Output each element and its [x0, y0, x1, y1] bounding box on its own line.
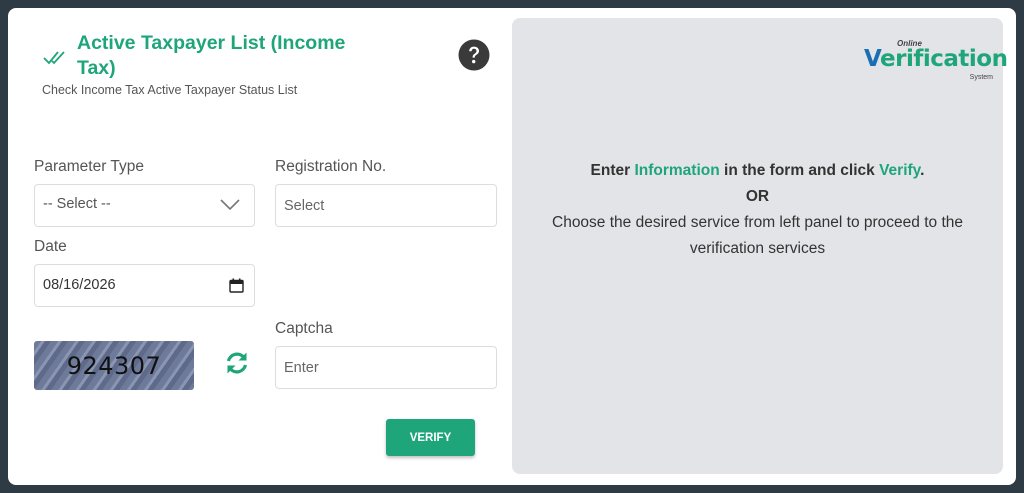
refresh-icon[interactable]	[224, 350, 250, 376]
instruction-line-3: verification services	[689, 240, 826, 257]
captcha-label: Captcha	[275, 320, 333, 337]
captcha-image: 924307	[34, 341, 194, 390]
parameter-type-select[interactable]: -- Select --	[34, 184, 255, 227]
calendar-icon[interactable]	[229, 278, 244, 293]
page-subtitle: Check Income Tax Active Taxpayer Status …	[42, 83, 298, 97]
chevron-down-icon	[220, 199, 240, 211]
date-value: 08/16/2026	[43, 277, 116, 293]
help-icon[interactable]	[458, 39, 490, 71]
double-check-icon	[43, 51, 65, 65]
registration-input[interactable]	[275, 184, 497, 227]
date-input[interactable]: 08/16/2026	[34, 264, 255, 307]
form-panel: Active Taxpayer List (Income Tax) Check …	[8, 8, 512, 485]
verification-card: Active Taxpayer List (Income Tax) Check …	[8, 8, 1016, 485]
registration-label: Registration No.	[275, 158, 387, 175]
parameter-type-value: -- Select --	[43, 196, 111, 212]
date-label: Date	[34, 238, 67, 255]
page-title: Active Taxpayer List (Income Tax)	[77, 32, 346, 79]
info-panel: Online Verification System Enter Informa…	[512, 18, 1008, 474]
parameter-type-label: Parameter Type	[34, 158, 144, 175]
captcha-code: 924307	[66, 352, 162, 380]
instruction-line: Enter Information in the form and click …	[590, 162, 925, 179]
captcha-input[interactable]	[275, 346, 497, 389]
online-verification-logo: Online Verification System	[864, 39, 1008, 81]
instruction-line-2: Choose the desired service from left pan…	[552, 214, 963, 231]
or-separator: OR	[745, 188, 770, 205]
verify-button[interactable]: VERIFY	[386, 419, 475, 456]
